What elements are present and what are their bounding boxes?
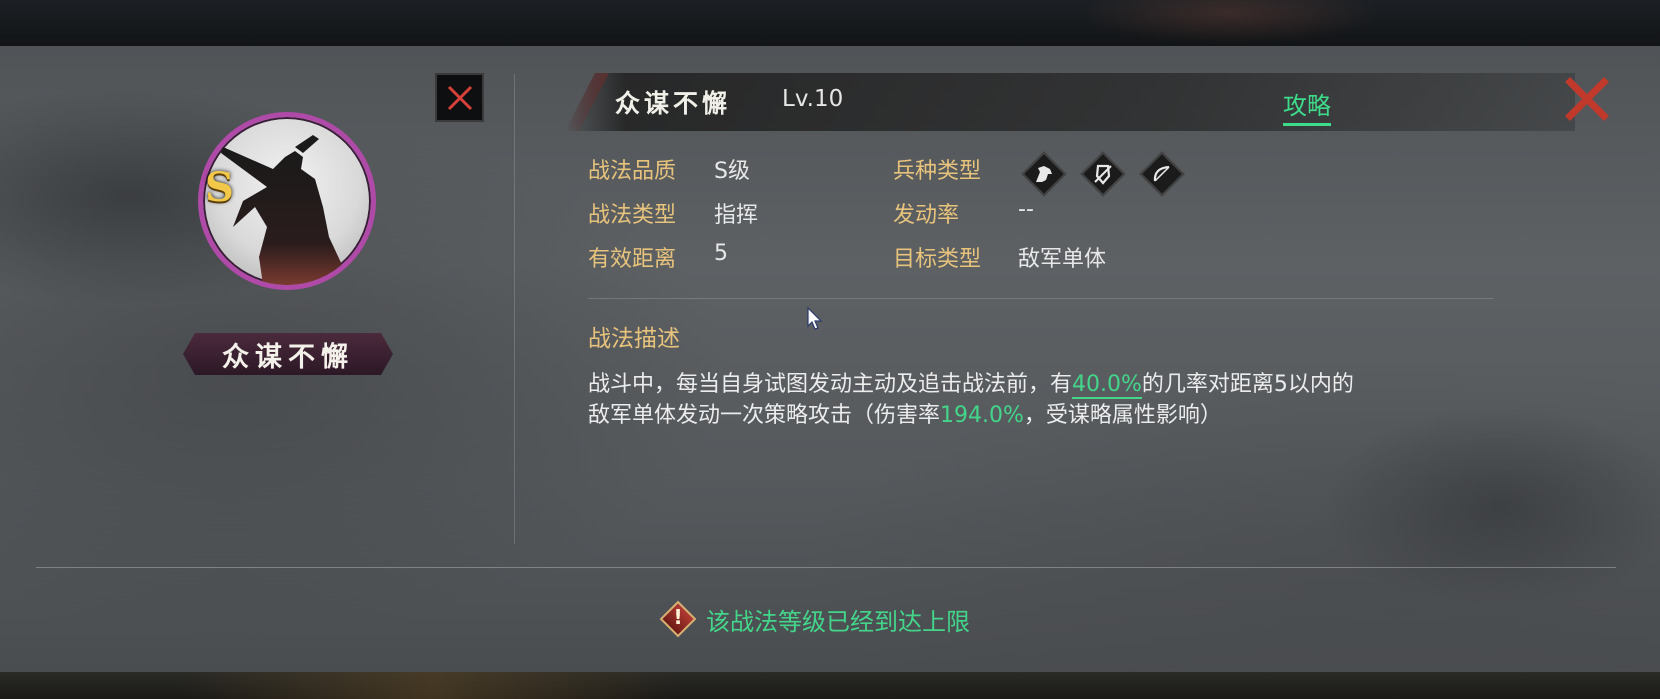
close-icon	[447, 85, 472, 110]
skill-detail-panel: S 众谋不懈 众谋不懈 Lv.10 攻略 战法品质 S级 战法类型 指挥 有效距…	[0, 46, 1660, 672]
trigger-chance: 40.0%	[1072, 372, 1142, 399]
mouse-cursor-icon	[807, 307, 823, 330]
skill-description: 战斗中，每当自身试图发动主动及追击战法前，有40.0%的几率对距离5以内的 敌军…	[588, 369, 1508, 431]
description-text: 战斗中，每当自身试图发动主动及追击战法前，有	[588, 372, 1073, 397]
trigger-rate-label: 发动率	[893, 203, 960, 228]
description-text: 的几率对距离5以内的	[1141, 372, 1354, 397]
bottom-bar	[0, 672, 1660, 699]
range-value: 5	[714, 241, 728, 266]
bottom-divider	[36, 567, 1616, 568]
vertical-divider	[514, 74, 515, 544]
small-close-button[interactable]	[435, 73, 484, 122]
trigger-rate-value: --	[1018, 197, 1034, 222]
skill-title: 众谋不懈	[615, 89, 732, 118]
max-level-notice: ! 该战法等级已经到达上限	[658, 599, 970, 639]
skill-name-plate: 众谋不懈	[183, 333, 393, 375]
top-bar	[0, 0, 1660, 46]
type-value: 指挥	[714, 203, 759, 228]
grade-badge: S	[205, 164, 234, 211]
top-bar-glow	[1080, 0, 1380, 44]
shield-icon	[1080, 151, 1126, 197]
bow-icon	[1139, 151, 1185, 197]
quality-value: S级	[714, 159, 750, 184]
warning-icon: !	[658, 599, 698, 639]
target-type-label: 目标类型	[893, 247, 982, 272]
notice-text: 该战法等级已经到达上限	[706, 607, 970, 636]
description-text: ，受谋略属性影响）	[1023, 403, 1222, 428]
damage-rate: 194.0%	[940, 403, 1024, 428]
skill-level: Lv.10	[782, 86, 844, 112]
bottom-bar-highlight	[180, 672, 680, 699]
description-text: 敌军单体发动一次策略攻击（伤害率	[588, 403, 941, 428]
section-divider	[588, 298, 1493, 299]
type-label: 战法类型	[588, 203, 677, 228]
description-title: 战法描述	[588, 326, 680, 352]
unit-type-icons	[1021, 151, 1185, 197]
cavalry-icon	[1021, 151, 1067, 197]
guide-link[interactable]: 攻略	[1283, 86, 1331, 126]
target-type-value: 敌军单体	[1018, 247, 1107, 272]
unit-type-label: 兵种类型	[893, 159, 982, 184]
background-fog	[1320, 406, 1660, 606]
range-label: 有效距离	[588, 247, 677, 272]
close-icon[interactable]	[1562, 74, 1612, 124]
quality-label: 战法品质	[588, 159, 677, 184]
